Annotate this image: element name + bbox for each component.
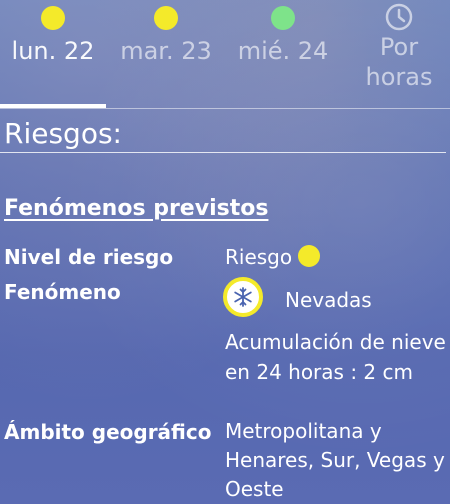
tab-mar-23[interactable]: mar. 23: [110, 0, 222, 100]
risk-dot-green: [271, 6, 295, 30]
phenomenon-description: Acumulación de nieve en 24 horas : 2 cm: [225, 330, 446, 384]
risk-level-value: Riesgo: [225, 245, 321, 269]
risk-dot-yellow: [41, 6, 65, 30]
tab-lun-22[interactable]: lun. 22: [0, 0, 106, 100]
clock-icon: [385, 3, 413, 31]
scope-value: Metropolitana y Henares, Sur, Vegas y Oe…: [225, 419, 445, 501]
tab-label: lun. 22: [11, 37, 95, 65]
phenomena-title: Fenómenos previstos: [4, 196, 269, 221]
day-tabs: lun. 22 mar. 23 mié. 24 Por horas: [0, 0, 450, 109]
tab-label: Por horas: [365, 33, 433, 91]
tab-por-horas[interactable]: Por horas: [350, 0, 448, 100]
phenomenon-label: Fenómeno: [4, 280, 121, 304]
risk-level-label: Nivel de riesgo: [4, 245, 174, 269]
snowflake-icon: [223, 277, 263, 317]
risk-level-text: Riesgo: [225, 245, 293, 269]
scope-label: Ámbito geográfico: [4, 420, 212, 444]
section-title: Riesgos:: [4, 117, 122, 150]
tab-mie-24[interactable]: mié. 24: [228, 0, 338, 100]
phenomenon-value: Nevadas: [285, 288, 372, 312]
tab-label: mar. 23: [120, 37, 212, 65]
section-divider: [0, 152, 446, 153]
tab-label: mié. 24: [237, 37, 329, 65]
risk-dot-yellow: [154, 6, 178, 30]
risk-dot-yellow: [298, 245, 321, 267]
tabs-divider: [0, 108, 450, 109]
